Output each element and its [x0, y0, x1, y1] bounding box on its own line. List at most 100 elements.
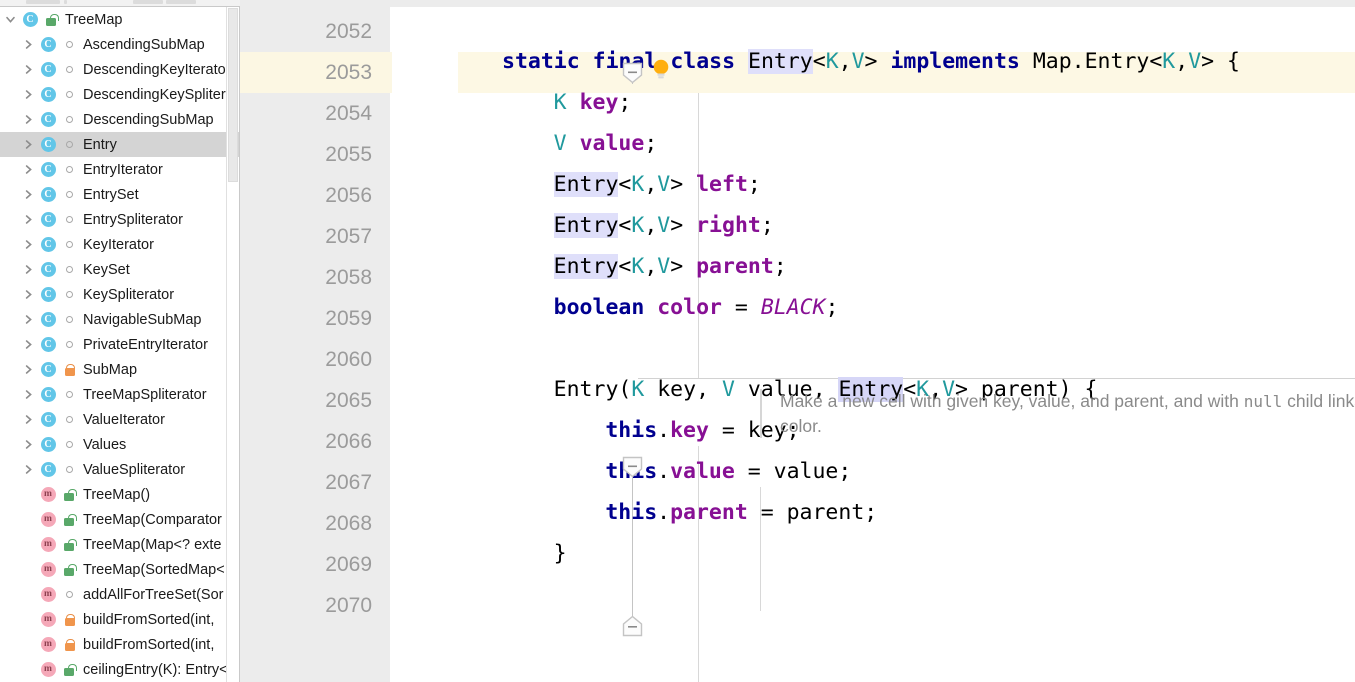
public-lock-icon [61, 511, 78, 528]
fold-collapse-icon[interactable] [622, 62, 643, 84]
tree-item-keyset[interactable]: C KeySet [0, 257, 239, 282]
code-token: V [657, 254, 671, 279]
code-token: . [657, 500, 671, 525]
toolbar-button-3[interactable] [166, 0, 196, 4]
package-private-icon [61, 161, 78, 178]
tree-item-treemap-sortedmap[interactable]: m TreeMap(SortedMap< [0, 557, 239, 582]
chevron-right-icon[interactable] [18, 464, 38, 475]
tree-item-ceilingentry-k-entry[interactable]: m ceilingEntry(K): Entry< [0, 657, 239, 682]
tree-item-values[interactable]: C Values [0, 432, 239, 457]
code-token: key, [644, 377, 722, 402]
code-token: = value; [734, 459, 852, 484]
code-token: K [631, 377, 645, 402]
editor-fold-column[interactable] [390, 0, 458, 682]
code-token: BLACK [760, 295, 826, 320]
chevron-right-icon[interactable] [18, 264, 38, 275]
class-icon: C [38, 35, 58, 55]
package-private-icon [61, 311, 78, 328]
chevron-right-icon[interactable] [18, 89, 38, 100]
code-token: K [631, 172, 645, 197]
code-line[interactable]: this.parent = parent; [605, 492, 877, 533]
chevron-right-icon[interactable] [18, 414, 38, 425]
highlighted-token: Entry [553, 254, 619, 279]
toolbar-button-2[interactable] [133, 0, 163, 4]
tree-item-valueiterator[interactable]: C ValueIterator [0, 407, 239, 432]
code-token: boolean [553, 295, 645, 320]
tree-item-entryspliterator[interactable]: C EntrySpliterator [0, 207, 239, 232]
chevron-right-icon[interactable] [18, 189, 38, 200]
code-line[interactable]: Entry<K,V> parent; [553, 246, 787, 287]
chevron-right-icon[interactable] [18, 64, 38, 75]
toolbar-button-1[interactable] [26, 0, 60, 4]
chevron-right-icon[interactable] [18, 364, 38, 375]
code-line[interactable]: V value; [554, 123, 658, 164]
code-line[interactable]: } [554, 533, 567, 574]
chevron-right-icon[interactable] [18, 339, 38, 350]
package-private-icon [61, 86, 78, 103]
code-token: , [644, 254, 658, 279]
tree-item-treemap-map-exte[interactable]: m TreeMap(Map<? exte [0, 532, 239, 557]
public-lock-icon [43, 11, 60, 28]
tree-item-keyspliterator[interactable]: C KeySpliterator [0, 282, 239, 307]
chevron-right-icon[interactable] [18, 214, 38, 225]
fold-expand-icon[interactable] [622, 615, 643, 637]
code-line[interactable]: K key; [554, 82, 632, 123]
chevron-right-icon[interactable] [18, 114, 38, 125]
tree-item-treemapspliterator[interactable]: C TreeMapSpliterator [0, 382, 239, 407]
code-token: parent [670, 500, 748, 525]
line-number: 2054 [325, 102, 372, 125]
class-icon: C [38, 210, 58, 230]
tree-item-ascendingsubmap[interactable]: C AscendingSubMap [0, 32, 239, 57]
code-token: ; [773, 254, 787, 279]
tree-item-entry[interactable]: C Entry [0, 132, 239, 157]
chevron-right-icon[interactable] [18, 139, 38, 150]
tree-item-label: buildFromSorted(int, [83, 611, 215, 628]
tree-item-navigablesubmap[interactable]: C NavigableSubMap [0, 307, 239, 332]
sidebar-scrollbar-track[interactable] [226, 7, 238, 682]
code-token: K [631, 254, 645, 279]
fold-collapse-icon-2[interactable] [622, 456, 643, 478]
private-lock-icon [61, 361, 78, 378]
tree-item-privateentryiterator[interactable]: C PrivateEntryIterator [0, 332, 239, 357]
tree-item-descendingkeyiterato[interactable]: C DescendingKeyIterato [0, 57, 239, 82]
tree-item-label: EntrySet [83, 186, 139, 203]
code-line[interactable]: boolean color = BLACK; [554, 287, 839, 328]
code-token: K [1162, 49, 1176, 74]
code-token: implements [890, 49, 1020, 74]
chevron-right-icon[interactable] [18, 439, 38, 450]
code-token: class [670, 49, 736, 74]
chevron-down-icon[interactable] [0, 14, 20, 25]
tree-item-buildfromsorted-int[interactable]: m buildFromSorted(int, [0, 632, 239, 657]
tree-item-treemap[interactable]: C TreeMap [0, 7, 239, 32]
code-token: static [502, 49, 580, 74]
tree-item-addallfortreeset-sor[interactable]: m addAllForTreeSet(Sor [0, 582, 239, 607]
chevron-right-icon[interactable] [18, 239, 38, 250]
code-token: < [812, 49, 826, 74]
chevron-right-icon[interactable] [18, 164, 38, 175]
chevron-right-icon[interactable] [18, 389, 38, 400]
tree-item-entryset[interactable]: C EntrySet [0, 182, 239, 207]
code-line[interactable]: static final class Entry<K,V> implements… [502, 41, 1240, 82]
tree-item-label: Values [83, 436, 127, 453]
code-line[interactable]: Entry<K,V> left; [553, 164, 761, 205]
tree-item-treemap[interactable]: m TreeMap() [0, 482, 239, 507]
code-token: ; [644, 131, 658, 156]
chevron-right-icon[interactable] [18, 39, 38, 50]
tree-item-descendingkeyspliter[interactable]: C DescendingKeySpliter [0, 82, 239, 107]
chevron-right-icon[interactable] [18, 314, 38, 325]
code-editor[interactable]: 2052 2053 2054 2055 2056 2057 2058 2059 2060 2065… [240, 0, 1355, 682]
rendered-javadoc: Make a new cell with given key, value, a… [760, 389, 1355, 438]
tree-item-descendingsubmap[interactable]: C DescendingSubMap [0, 107, 239, 132]
sidebar-scrollbar-thumb[interactable] [228, 8, 238, 182]
code-line[interactable]: Entry<K,V> right; [553, 205, 774, 246]
chevron-right-icon[interactable] [18, 289, 38, 300]
tree-item-treemap-comparator[interactable]: m TreeMap(Comparator [0, 507, 239, 532]
lightbulb-icon[interactable] [650, 58, 672, 82]
class-icon: C [38, 160, 58, 180]
tree-item-buildfromsorted-int[interactable]: m buildFromSorted(int, [0, 607, 239, 632]
tree-item-keyiterator[interactable]: C KeyIterator [0, 232, 239, 257]
tree-item-submap[interactable]: C SubMap [0, 357, 239, 382]
tree-item-valuespliterator[interactable]: C ValueSpliterator [0, 457, 239, 482]
tree-item-entryiterator[interactable]: C EntryIterator [0, 157, 239, 182]
